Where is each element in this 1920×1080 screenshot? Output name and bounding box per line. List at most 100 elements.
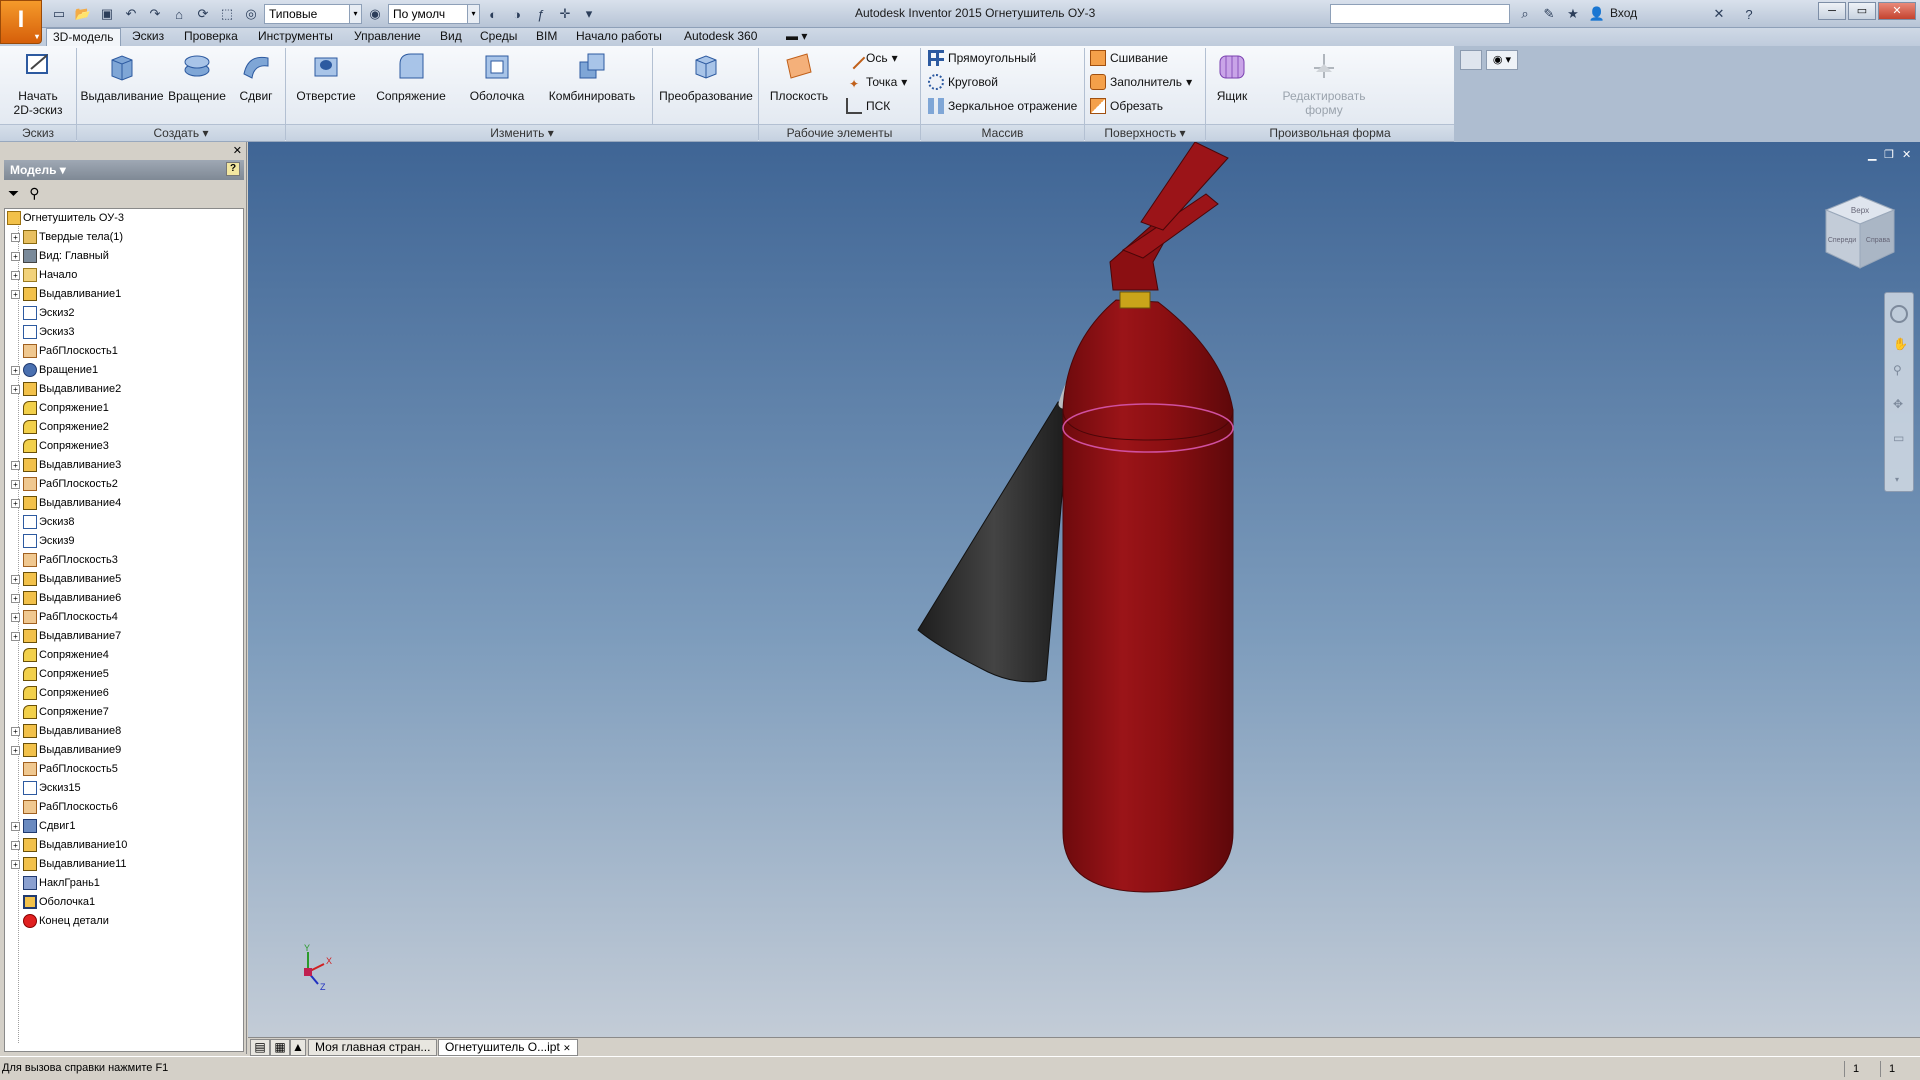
extinguisher-model[interactable] bbox=[248, 142, 1920, 1037]
doc-tab-close-icon[interactable]: ✕ bbox=[563, 1043, 571, 1053]
panel-label-create[interactable]: Создать ▾ bbox=[77, 124, 285, 141]
tree-item[interactable]: + Выдавливание8 bbox=[11, 722, 121, 740]
tree-item[interactable]: Сопряжение2 bbox=[11, 418, 109, 436]
ucs-button[interactable]: ПСК bbox=[846, 96, 890, 116]
rectangular-pattern-button[interactable]: Прямоугольный bbox=[928, 48, 1036, 68]
tree-expand-icon[interactable]: + bbox=[11, 270, 20, 280]
tree-item[interactable]: + Выдавливание4 bbox=[11, 494, 121, 512]
tree-item[interactable]: Оболочка1 bbox=[11, 893, 95, 911]
tree-item[interactable]: Сопряжение5 bbox=[11, 665, 109, 683]
tree-root[interactable]: Огнетушитель ОУ-3 bbox=[7, 209, 124, 227]
tab-tools[interactable]: Инструменты bbox=[252, 28, 339, 46]
patch-button[interactable]: Заполнитель ▾ bbox=[1090, 72, 1192, 92]
tree-item[interactable]: + Выдавливание11 bbox=[11, 855, 127, 873]
tree-item[interactable]: Эскиз9 bbox=[11, 532, 75, 550]
tree-item[interactable]: + Выдавливание6 bbox=[11, 589, 121, 607]
update-icon[interactable]: ⟳ bbox=[192, 4, 214, 24]
tab-inspect[interactable]: Проверка bbox=[178, 28, 244, 46]
tree-expand-icon[interactable]: + bbox=[11, 289, 20, 299]
tree-item[interactable]: Сопряжение1 bbox=[11, 399, 109, 417]
tile-vertical-icon[interactable]: ▦ bbox=[270, 1039, 290, 1056]
tree-item[interactable]: + Твердые тела(1) bbox=[11, 228, 123, 246]
tab-environments[interactable]: Среды bbox=[474, 28, 523, 46]
tree-item[interactable]: РабПлоскость1 bbox=[11, 342, 118, 360]
favorites-star-icon[interactable]: ★ bbox=[1562, 4, 1584, 24]
tree-item[interactable]: РабПлоскость6 bbox=[11, 798, 118, 816]
tile-horizontal-icon[interactable]: ▤ bbox=[250, 1039, 270, 1056]
transform-button[interactable]: Преобразование bbox=[656, 50, 756, 103]
maximize-window-button[interactable]: ▭ bbox=[1848, 2, 1876, 20]
tab-autodesk-360[interactable]: Autodesk 360 bbox=[678, 28, 763, 46]
tree-expand-icon[interactable]: + bbox=[11, 612, 20, 622]
tree-expand-icon[interactable]: + bbox=[11, 232, 20, 242]
tree-item[interactable]: РабПлоскость3 bbox=[11, 551, 118, 569]
doc-tab-home[interactable]: Моя главная стран... bbox=[308, 1039, 438, 1056]
tab-view[interactable]: Вид bbox=[434, 28, 468, 46]
help-search-input[interactable] bbox=[1330, 4, 1510, 24]
tree-expand-icon[interactable]: + bbox=[11, 460, 20, 470]
tree-item[interactable]: Сопряжение6 bbox=[11, 684, 109, 702]
tree-item[interactable]: + РабПлоскость2 bbox=[11, 475, 118, 493]
tree-item[interactable]: + Выдавливание10 bbox=[11, 836, 127, 854]
tree-item[interactable]: + Выдавливание2 bbox=[11, 380, 121, 398]
ribbon-options-icon[interactable]: ◉ ▾ bbox=[1486, 50, 1518, 70]
tree-item[interactable]: + Выдавливание7 bbox=[11, 627, 121, 645]
binoculars-icon[interactable]: ⌕ bbox=[1514, 4, 1536, 24]
tree-item[interactable]: Сопряжение4 bbox=[11, 646, 109, 664]
tree-item[interactable]: РабПлоскость5 bbox=[11, 760, 118, 778]
axis-button[interactable]: Ось ▾ bbox=[842, 46, 898, 70]
graphics-viewport[interactable]: ▁ ❐ ✕ Верх Спереди Справа ✋ ⚲ ✥ ▭ ▾ Y X … bbox=[248, 142, 1920, 1037]
parameters-icon[interactable]: ƒ bbox=[530, 4, 552, 24]
tree-item[interactable]: + Выдавливание1 bbox=[11, 285, 121, 303]
tab-manage[interactable]: Управление bbox=[348, 28, 427, 46]
mirror-button[interactable]: Зеркальное отражение bbox=[928, 96, 1077, 116]
doc-tab-extinguisher[interactable]: Огнетушитель О...ipt ✕ bbox=[438, 1039, 578, 1056]
open-icon[interactable]: 📂 bbox=[72, 4, 94, 24]
tree-expand-icon[interactable]: + bbox=[11, 859, 20, 869]
browser-header[interactable]: Модель ▾ ? bbox=[4, 160, 244, 180]
filter-icon[interactable]: ⏷ bbox=[8, 185, 19, 202]
undo-icon[interactable]: ↶ bbox=[120, 4, 142, 24]
panel-label-modify[interactable]: Изменить ▾ bbox=[286, 124, 758, 141]
tree-expand-icon[interactable]: + bbox=[11, 479, 20, 489]
application-menu-button[interactable]: I ▾ bbox=[0, 0, 42, 44]
tree-item[interactable]: НаклГрань1 bbox=[11, 874, 100, 892]
circular-pattern-button[interactable]: Круговой bbox=[928, 72, 998, 92]
tree-expand-icon[interactable]: + bbox=[11, 574, 20, 584]
point-button[interactable]: ✦ Точка ▾ bbox=[846, 72, 907, 92]
revolve-button[interactable]: Вращение bbox=[166, 50, 228, 103]
help-icon[interactable]: ? bbox=[1738, 4, 1760, 24]
redo-icon[interactable]: ↷ bbox=[144, 4, 166, 24]
freeform-box-button[interactable]: Ящик bbox=[1212, 50, 1252, 103]
ribbon-panel-toggle-icon[interactable] bbox=[1460, 50, 1482, 70]
tree-item[interactable]: + Выдавливание9 bbox=[11, 741, 121, 759]
tree-expand-icon[interactable]: + bbox=[11, 840, 20, 850]
tree-expand-icon[interactable]: + bbox=[11, 631, 20, 641]
tree-item[interactable]: + Начало bbox=[11, 266, 77, 284]
sweep-button[interactable]: Сдвиг bbox=[232, 50, 280, 103]
tree-item[interactable]: Сопряжение3 bbox=[11, 437, 109, 455]
material-select[interactable]: Типовые ▾ bbox=[264, 4, 362, 24]
tree-item[interactable]: Эскиз2 bbox=[11, 304, 75, 322]
tree-item[interactable]: + Сдвиг1 bbox=[11, 817, 75, 835]
doc-tabs-menu-icon[interactable]: ▲ bbox=[290, 1039, 306, 1056]
combine-button[interactable]: Комбинировать bbox=[540, 50, 644, 103]
subscription-icon[interactable]: ✎ bbox=[1538, 4, 1560, 24]
plane-button[interactable]: Плоскость bbox=[764, 50, 834, 103]
extrude-button[interactable]: Выдавливание bbox=[80, 50, 164, 103]
tree-expand-icon[interactable]: + bbox=[11, 498, 20, 508]
tree-item[interactable]: + Вращение1 bbox=[11, 361, 98, 379]
tree-item[interactable]: Сопряжение7 bbox=[11, 703, 109, 721]
close-window-button[interactable]: ✕ bbox=[1878, 2, 1916, 20]
sign-in-link[interactable]: Вход bbox=[1610, 6, 1637, 20]
tab-3d-model[interactable]: 3D-модель bbox=[46, 28, 121, 46]
ribbon-display-toggle-icon[interactable]: ▬ ▾ bbox=[780, 28, 813, 46]
browser-close-icon[interactable]: ✕ bbox=[233, 144, 242, 157]
tree-item[interactable]: + РабПлоскость4 bbox=[11, 608, 118, 626]
tree-item[interactable]: Эскиз3 bbox=[11, 323, 75, 341]
find-binoculars-icon[interactable]: ⚲ bbox=[29, 185, 39, 202]
save-icon[interactable]: ▣ bbox=[96, 4, 118, 24]
tree-expand-icon[interactable]: + bbox=[11, 593, 20, 603]
appearance-select[interactable]: По умолч ▾ bbox=[388, 4, 480, 24]
customize-qat-icon[interactable]: ▾ bbox=[578, 4, 600, 24]
